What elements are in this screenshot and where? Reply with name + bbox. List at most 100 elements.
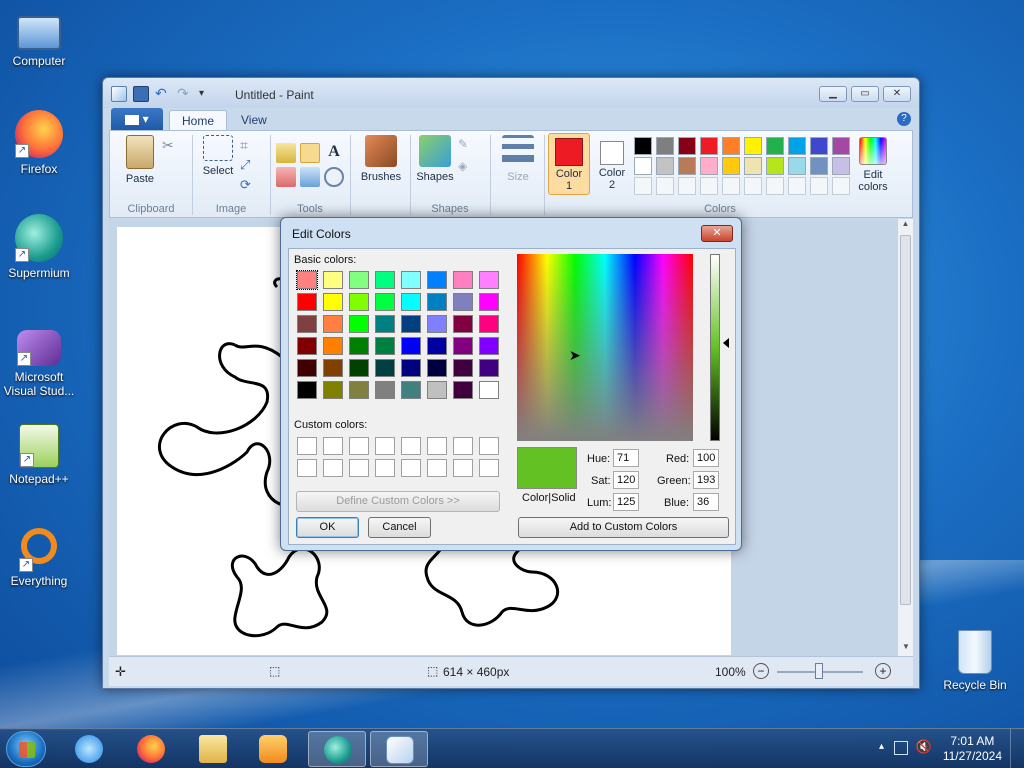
basic-color-swatch[interactable] <box>349 337 369 355</box>
palette-swatch[interactable] <box>788 157 806 175</box>
size-button[interactable]: Size <box>496 135 540 183</box>
taskbar-paint[interactable] <box>370 731 428 767</box>
basic-color-swatch[interactable] <box>453 271 473 289</box>
text-tool-icon[interactable]: A <box>324 143 344 163</box>
palette-swatch[interactable] <box>678 137 696 155</box>
palette-swatch[interactable] <box>744 157 762 175</box>
scroll-down-arrow-icon[interactable]: ▼ <box>898 642 914 656</box>
palette-custom-slot[interactable] <box>700 177 718 195</box>
taskbar-supermium[interactable] <box>308 731 366 767</box>
close-button[interactable]: ✕ <box>883 86 911 102</box>
luminosity-bar[interactable] <box>710 254 720 441</box>
basic-color-swatch[interactable] <box>453 293 473 311</box>
palette-swatch[interactable] <box>832 157 850 175</box>
palette-swatch[interactable] <box>700 157 718 175</box>
palette-swatch[interactable] <box>700 137 718 155</box>
palette-swatch[interactable] <box>722 157 740 175</box>
lum-input[interactable]: 125 <box>613 493 639 511</box>
taskbar-media-player[interactable] <box>244 731 302 767</box>
tab-view[interactable]: View <box>229 110 279 130</box>
basic-color-swatch[interactable] <box>349 315 369 333</box>
custom-color-slot[interactable] <box>453 437 473 455</box>
basic-color-swatch[interactable] <box>375 381 395 399</box>
copy-icon[interactable] <box>162 159 182 179</box>
basic-color-swatch[interactable] <box>427 337 447 355</box>
basic-color-swatch[interactable] <box>427 359 447 377</box>
palette-custom-slot[interactable] <box>832 177 850 195</box>
palette-swatch[interactable] <box>656 137 674 155</box>
outline-icon[interactable]: ✎ <box>458 137 478 157</box>
dialog-close-button[interactable]: ✕ <box>701 225 733 242</box>
custom-color-slot[interactable] <box>479 459 499 477</box>
start-button[interactable] <box>6 731 46 767</box>
custom-color-slot[interactable] <box>427 459 447 477</box>
paint-titlebar[interactable]: ↶ ↷ ▾ Untitled - Paint ▁ ▭ ✕ <box>103 78 919 108</box>
add-to-custom-colors-button[interactable]: Add to Custom Colors <box>518 517 729 538</box>
palette-custom-slot[interactable] <box>788 177 806 195</box>
basic-color-swatch[interactable] <box>323 337 343 355</box>
fill-icon[interactable]: ◈ <box>458 159 478 179</box>
customize-qat-icon[interactable]: ▾ <box>199 86 215 102</box>
color-spectrum[interactable] <box>517 254 693 441</box>
palette-swatch[interactable] <box>634 157 652 175</box>
basic-color-swatch[interactable] <box>401 293 421 311</box>
custom-color-slot[interactable] <box>375 437 395 455</box>
desktop-icon-supermium[interactable]: ↗ Supermium <box>0 214 78 280</box>
palette-swatch[interactable] <box>744 137 762 155</box>
custom-color-slot[interactable] <box>401 459 421 477</box>
show-desktop-button[interactable] <box>1010 729 1024 768</box>
custom-color-slot[interactable] <box>453 459 473 477</box>
palette-custom-slot[interactable] <box>744 177 762 195</box>
rotate-icon[interactable]: ⟳ <box>240 177 260 197</box>
edit-colors-button[interactable]: Edit colors <box>852 135 894 193</box>
palette-swatch[interactable] <box>766 157 784 175</box>
basic-color-swatch[interactable] <box>349 293 369 311</box>
color-picker-icon[interactable] <box>300 167 320 187</box>
basic-color-swatch[interactable] <box>349 271 369 289</box>
palette-swatch[interactable] <box>788 137 806 155</box>
basic-color-swatch[interactable] <box>297 337 317 355</box>
basic-color-swatch[interactable] <box>323 359 343 377</box>
basic-color-swatch[interactable] <box>323 381 343 399</box>
maximize-button[interactable]: ▭ <box>851 86 879 102</box>
green-input[interactable]: 193 <box>693 471 719 489</box>
basic-color-swatch[interactable] <box>375 315 395 333</box>
color1-button[interactable]: Color 1 <box>548 133 590 195</box>
basic-color-swatch[interactable] <box>453 315 473 333</box>
taskbar-file-explorer[interactable] <box>184 731 242 767</box>
palette-custom-slot[interactable] <box>722 177 740 195</box>
basic-color-swatch[interactable] <box>297 315 317 333</box>
taskbar-internet-explorer[interactable] <box>60 731 118 767</box>
basic-color-swatch[interactable] <box>453 359 473 377</box>
custom-color-slot[interactable] <box>323 437 343 455</box>
basic-color-swatch[interactable] <box>375 293 395 311</box>
palette-custom-slot[interactable] <box>810 177 828 195</box>
custom-color-slot[interactable] <box>323 459 343 477</box>
clock[interactable]: 7:01 AM 11/27/2024 <box>943 734 1002 764</box>
ok-button[interactable]: OK <box>296 517 359 538</box>
basic-color-swatch[interactable] <box>479 293 499 311</box>
crop-icon[interactable]: ⌗ <box>240 137 260 157</box>
basic-color-swatch[interactable] <box>323 293 343 311</box>
basic-color-swatch[interactable] <box>297 359 317 377</box>
redo-icon[interactable]: ↷ <box>177 86 193 102</box>
basic-color-swatch[interactable] <box>453 381 473 399</box>
palette-swatch[interactable] <box>656 157 674 175</box>
zoom-slider-thumb[interactable] <box>815 663 823 679</box>
basic-color-swatch[interactable] <box>349 381 369 399</box>
help-icon[interactable]: ? <box>897 112 911 126</box>
hue-input[interactable]: 71 <box>613 449 639 467</box>
sat-input[interactable]: 120 <box>613 471 639 489</box>
magnifier-icon[interactable] <box>324 167 344 187</box>
custom-color-slot[interactable] <box>375 459 395 477</box>
luminosity-arrow-icon[interactable] <box>723 338 729 348</box>
palette-swatch[interactable] <box>766 137 784 155</box>
scroll-thumb[interactable] <box>900 235 911 605</box>
custom-color-slot[interactable] <box>297 437 317 455</box>
brushes-button[interactable]: Brushes <box>356 135 406 183</box>
vertical-scrollbar[interactable]: ▲ ▼ <box>897 219 913 656</box>
basic-color-swatch[interactable] <box>427 315 447 333</box>
resize-icon[interactable]: ⤢ <box>240 157 260 177</box>
volume-muted-icon[interactable]: 🔇 <box>916 739 932 755</box>
save-icon[interactable] <box>133 86 149 102</box>
